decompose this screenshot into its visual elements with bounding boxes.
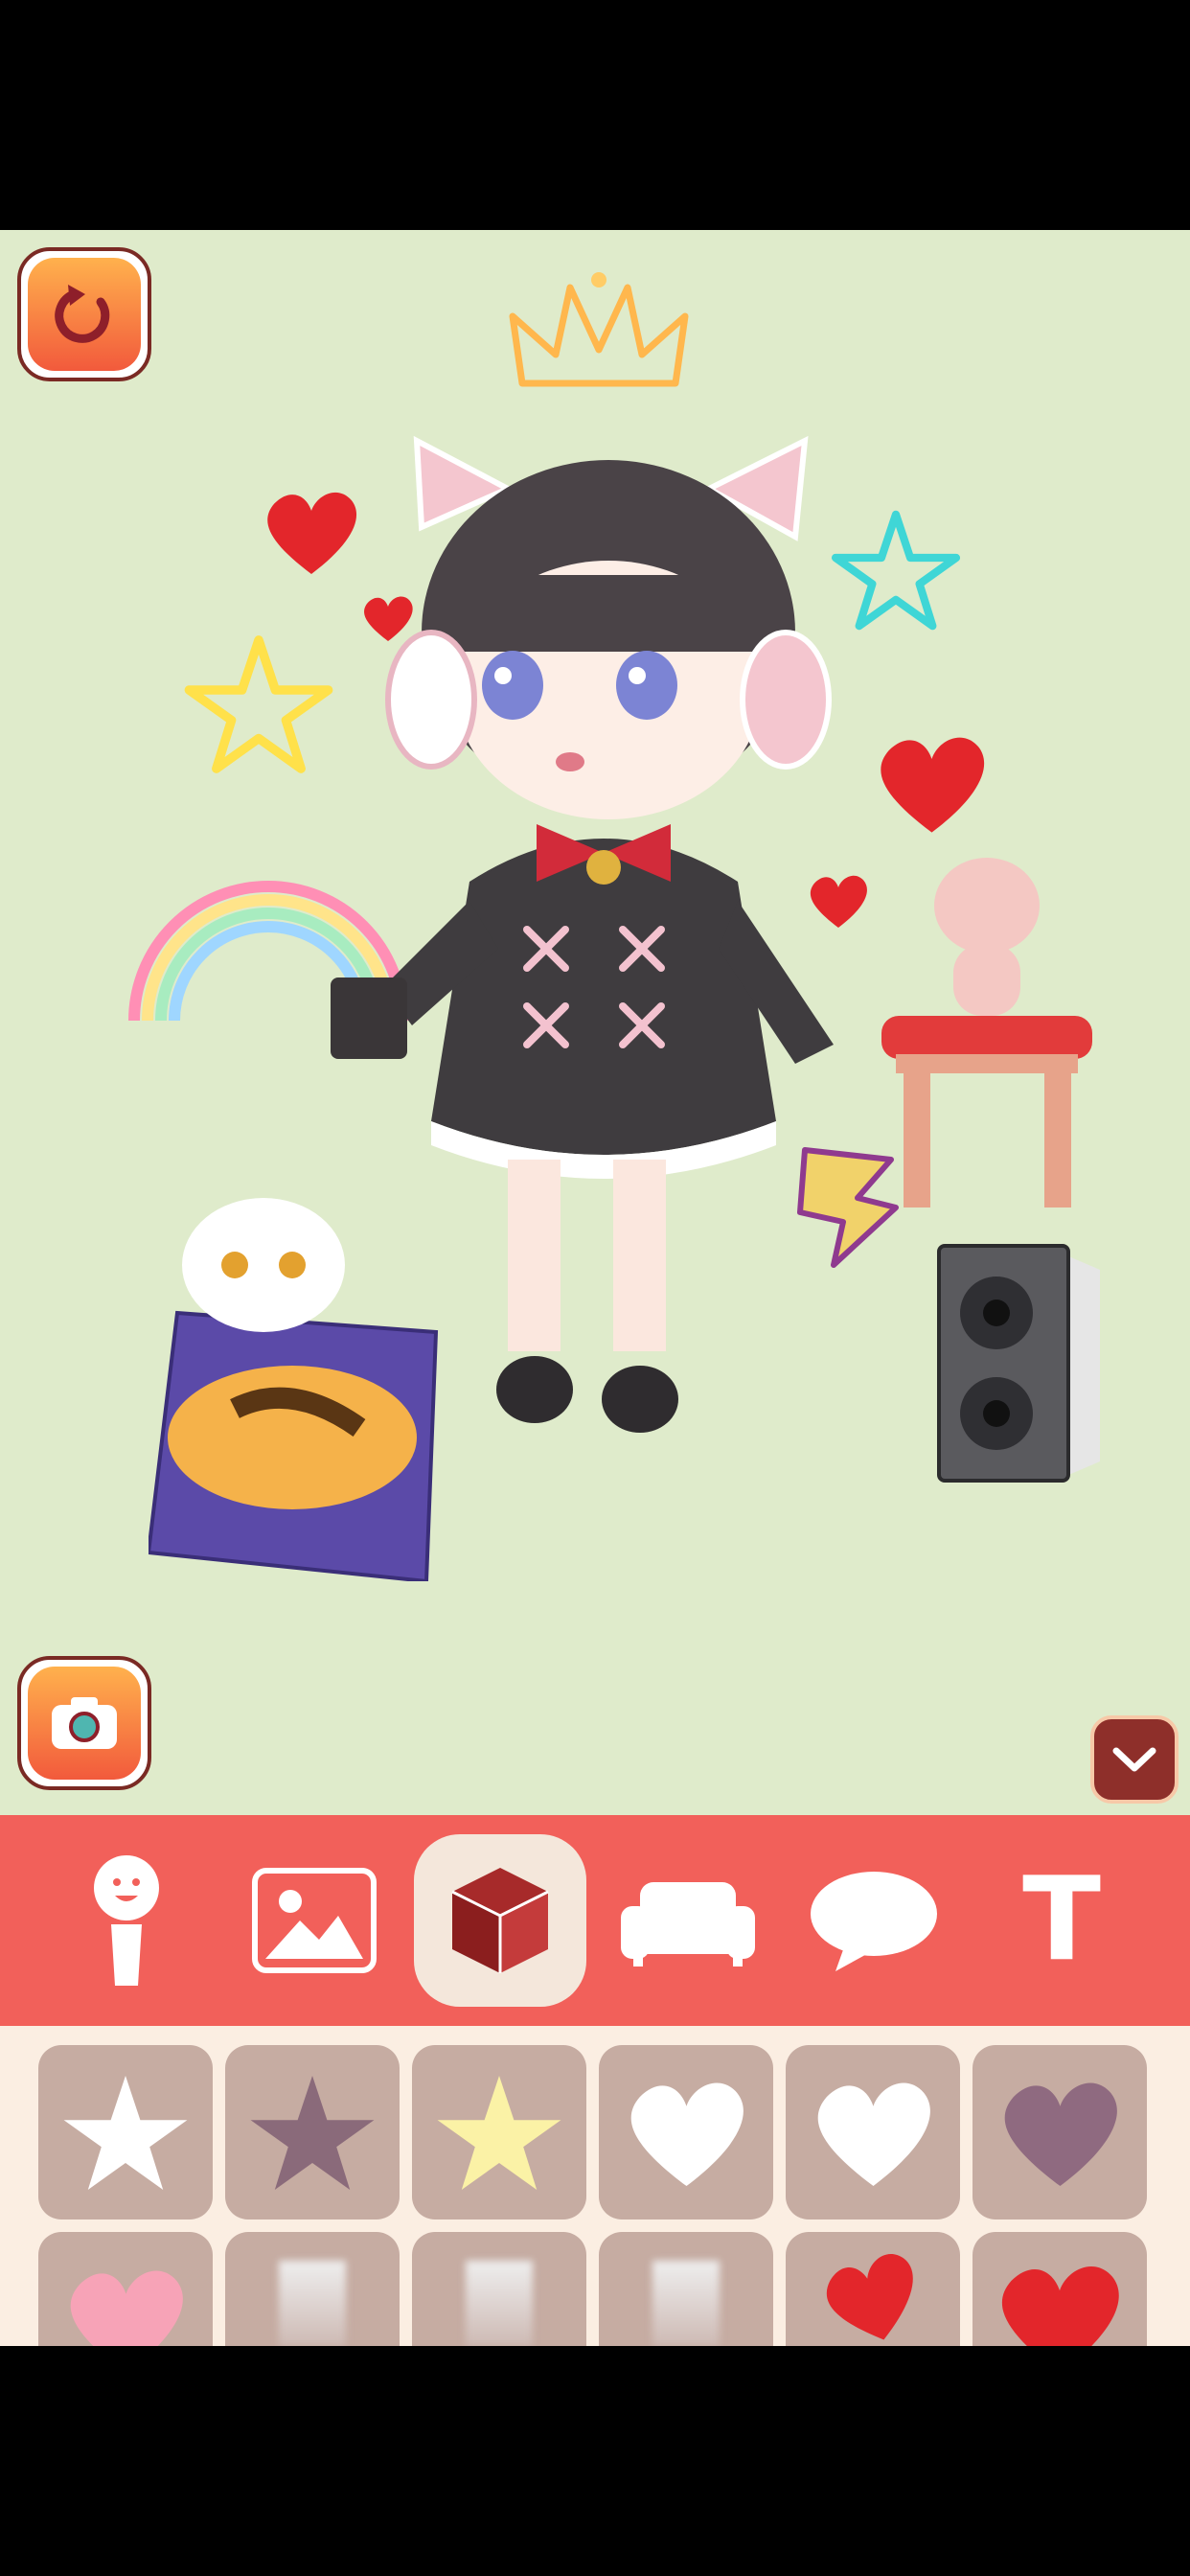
character-icon	[94, 1855, 159, 1986]
tab-text[interactable]: T	[975, 1834, 1148, 2007]
tray-item-loading[interactable]	[225, 2232, 400, 2346]
tab-background[interactable]	[228, 1834, 400, 2007]
item-box-icon	[451, 1868, 549, 1973]
star-sticker-yellow[interactable]	[182, 632, 335, 776]
tray-item-heart-pink[interactable]	[38, 2232, 213, 2346]
placeholder-thumbnail	[652, 2261, 720, 2346]
camera-icon	[52, 1697, 117, 1749]
sofa-icon	[621, 1882, 755, 1966]
tray-item-heart-white[interactable]	[599, 2045, 773, 2220]
heart-icon	[630, 2082, 744, 2186]
item-tray	[0, 2026, 1190, 2346]
tab-furniture[interactable]	[602, 1834, 774, 2007]
tab-character[interactable]	[40, 1834, 213, 2007]
heart-sticker[interactable]	[867, 728, 996, 839]
tray-item-hearts-red[interactable]	[786, 2232, 960, 2346]
calico-cat-sticker[interactable]	[149, 1188, 455, 1581]
speech-bubble-icon	[811, 1872, 937, 1971]
heart-icon	[817, 2082, 930, 2186]
star-icon	[250, 2075, 375, 2190]
tray-item-star-white[interactable]	[38, 2045, 213, 2220]
heart-icon	[826, 2254, 913, 2340]
background-image-icon	[252, 1868, 377, 1973]
speaker-sticker[interactable]	[937, 1241, 1100, 1485]
lightning-sticker[interactable]	[786, 1140, 910, 1275]
heart-icon	[70, 2270, 183, 2346]
tray-item-star-yellow[interactable]	[412, 2045, 586, 2220]
tray-item-heart-mauve[interactable]	[973, 2045, 1147, 2220]
chevron-down-icon	[1112, 1747, 1156, 1772]
category-toolbar: T	[0, 1815, 1190, 2026]
star-icon	[437, 2075, 561, 2190]
text-icon: T	[1022, 1853, 1101, 1987]
camera-button[interactable]	[17, 1656, 151, 1790]
tray-item-star-mauve[interactable]	[225, 2045, 400, 2220]
tab-speech-bubble[interactable]	[788, 1834, 960, 2007]
tray-item-loading[interactable]	[599, 2232, 773, 2346]
collapse-panel-button[interactable]	[1090, 1715, 1179, 1804]
tab-items[interactable]	[414, 1834, 586, 2007]
reset-icon	[55, 285, 110, 343]
dress-up-canvas[interactable]	[0, 230, 1190, 1815]
heart-icon	[1004, 2082, 1117, 2186]
placeholder-thumbnail	[466, 2261, 533, 2346]
crown-sticker[interactable]	[503, 268, 695, 393]
tray-item-heart-white[interactable]	[786, 2045, 960, 2220]
heart-icon	[1002, 2266, 1119, 2346]
star-icon	[63, 2075, 188, 2190]
reset-button[interactable]	[17, 247, 151, 381]
tray-item-heart-red[interactable]	[973, 2232, 1147, 2346]
tray-item-loading[interactable]	[412, 2232, 586, 2346]
placeholder-thumbnail	[279, 2261, 346, 2346]
